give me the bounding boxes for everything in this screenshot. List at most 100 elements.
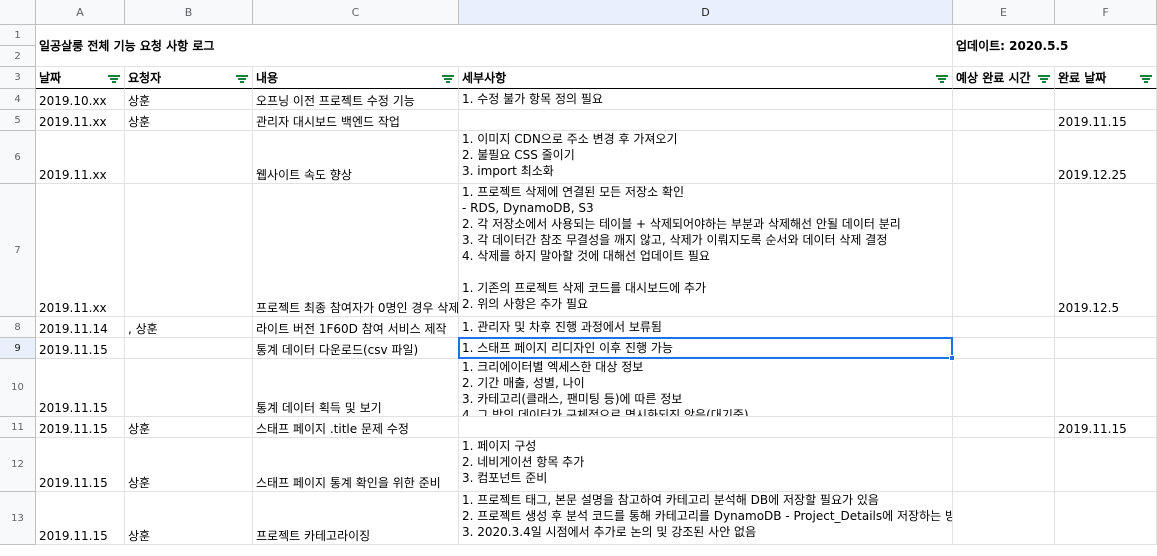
cell-done[interactable]: 2019.12.25 <box>1055 131 1157 184</box>
update-date-cell[interactable]: 업데이트: 2020.5.5 <box>953 25 1157 67</box>
cell-eta[interactable] <box>953 110 1055 131</box>
cell-details[interactable]: 1. 관리자 및 차후 진행 과정에서 보류됨 <box>459 317 953 338</box>
row-header-10[interactable]: 10 <box>0 359 36 417</box>
fill-handle[interactable] <box>949 355 955 361</box>
cell-requester[interactable]: 상훈 <box>125 417 253 438</box>
cell-done[interactable] <box>1055 438 1157 492</box>
filter-icon[interactable] <box>236 75 248 83</box>
cell-eta[interactable] <box>953 438 1055 492</box>
row-header-2[interactable]: 2 <box>0 46 36 67</box>
cell-eta[interactable] <box>953 184 1055 317</box>
cell-content[interactable]: 통계 데이터 획득 및 보기 <box>253 359 459 417</box>
cell-details[interactable]: 1. 페이지 구성 2. 네비게이션 항목 추가 3. 컴포넌트 준비 <box>459 438 953 492</box>
cell-done[interactable] <box>1055 317 1157 338</box>
row-header-12[interactable]: 12 <box>0 438 36 492</box>
row-header-4[interactable]: 4 <box>0 89 36 110</box>
row-header-13[interactable]: 13 <box>0 492 36 545</box>
cell-details[interactable] <box>459 110 953 131</box>
cell-eta[interactable] <box>953 492 1055 545</box>
cell-done[interactable] <box>1055 492 1157 545</box>
cell-requester[interactable]: 상훈 <box>125 492 253 545</box>
cell-content[interactable]: 오프닝 이전 프로젝트 수정 기능 <box>253 89 459 110</box>
cell-requester[interactable]: 상훈 <box>125 438 253 492</box>
cell-content[interactable]: 웹사이트 속도 향상 <box>253 131 459 184</box>
column-header-a[interactable]: A <box>36 0 125 25</box>
cell-details[interactable]: 1. 프로젝트 삭제에 연결된 모든 저장소 확인 - RDS, DynamoDB… <box>459 184 953 317</box>
detail-line: 1. 프로젝트 삭제에 연결된 모든 저장소 확인 <box>462 185 685 199</box>
cell-content[interactable]: 관리자 대시보드 백엔드 작업 <box>253 110 459 131</box>
cell-requester[interactable] <box>125 338 253 359</box>
cell-details[interactable]: 1. 스태프 페이지 리디자인 이후 진행 가능 <box>459 338 953 359</box>
cell-content[interactable]: 프로젝트 카테고라이징 <box>253 492 459 545</box>
cell-requester[interactable]: 상훈 <box>125 110 253 131</box>
cell-date[interactable]: 2019.11.14 <box>36 317 125 338</box>
row-header-1[interactable]: 1 <box>0 25 36 46</box>
cell-requester[interactable]: , 상훈 <box>125 317 253 338</box>
cell-date[interactable]: 2019.11.15 <box>36 338 125 359</box>
cell-date[interactable]: 2019.11.15 <box>36 417 125 438</box>
cell-date-text: 2019.11.15 <box>39 343 108 357</box>
cell-requester[interactable]: 상훈 <box>125 89 253 110</box>
cell-date[interactable]: 2019.11.15 <box>36 438 125 492</box>
cell-date[interactable]: 2019.11.xx <box>36 131 125 184</box>
header-content[interactable]: 내용 <box>253 67 459 89</box>
row-header-5[interactable]: 5 <box>0 110 36 131</box>
cell-details[interactable] <box>459 417 953 438</box>
cell-date[interactable]: 2019.11.15 <box>36 359 125 417</box>
cell-eta[interactable] <box>953 359 1055 417</box>
row-header-9[interactable]: 9 <box>0 338 36 359</box>
cell-eta[interactable] <box>953 317 1055 338</box>
cell-content[interactable]: 프로젝트 최종 참여자가 0명인 경우 삭제 <box>253 184 459 317</box>
cell-details[interactable]: 1. 수정 불가 항목 정의 필요 <box>459 89 953 110</box>
cell-done[interactable]: 2019.11.15 <box>1055 110 1157 131</box>
row-header-3[interactable]: 3 <box>0 67 36 89</box>
filter-icon[interactable] <box>936 75 948 83</box>
select-all-corner[interactable] <box>0 0 36 25</box>
cell-requester[interactable] <box>125 359 253 417</box>
cell-done[interactable]: 2019.12.5 <box>1055 184 1157 317</box>
row-header-6[interactable]: 6 <box>0 131 36 184</box>
cell-details[interactable]: 1. 이미지 CDN으로 주소 변경 후 가져오기 2. 불필요 CSS 줄이기 3… <box>459 131 953 184</box>
column-header-b[interactable]: B <box>125 0 253 25</box>
cell-done[interactable]: 2019.11.15 <box>1055 417 1157 438</box>
detail-line <box>462 264 949 280</box>
cell-eta[interactable] <box>953 89 1055 110</box>
cell-content[interactable]: 통계 데이터 다운로드(csv 파일) <box>253 338 459 359</box>
row-header-8[interactable]: 8 <box>0 317 36 338</box>
cell-eta[interactable] <box>953 131 1055 184</box>
cell-eta[interactable] <box>953 338 1055 359</box>
filter-icon[interactable] <box>108 75 120 83</box>
filter-icon[interactable] <box>1140 75 1152 83</box>
cell-done[interactable] <box>1055 89 1157 110</box>
cell-content[interactable]: 스태프 페이지 통계 확인을 위한 준비 <box>253 438 459 492</box>
cell-requester[interactable] <box>125 131 253 184</box>
cell-date[interactable]: 2019.11.15 <box>36 492 125 545</box>
cell-requester[interactable] <box>125 184 253 317</box>
cell-eta[interactable] <box>953 417 1055 438</box>
header-eta[interactable]: 예상 완료 시간 <box>953 67 1055 89</box>
column-header-e[interactable]: E <box>953 0 1055 25</box>
cell-date[interactable]: 2019.10.xx <box>36 89 125 110</box>
header-requester[interactable]: 요청자 <box>125 67 253 89</box>
cell-date[interactable]: 2019.11.xx <box>36 110 125 131</box>
header-date[interactable]: 날짜 <box>36 67 125 89</box>
sheet-title[interactable]: 일공살룽 전체 기능 요청 사항 로그 <box>36 25 953 67</box>
detail-line: 3. 카테고리(클래스, 팬미팅 등)에 따른 정보 <box>462 392 683 406</box>
column-header-c[interactable]: C <box>253 0 459 25</box>
cell-done[interactable] <box>1055 338 1157 359</box>
cell-date[interactable]: 2019.11.xx <box>36 184 125 317</box>
cell-details[interactable]: 1. 크리에이터별 엑세스한 대상 정보 2. 기간 매출, 성별, 나이 3. 카… <box>459 359 953 417</box>
cell-content[interactable]: 라이트 버전 1F60D 참여 서비스 제작 <box>253 317 459 338</box>
cell-done[interactable] <box>1055 359 1157 417</box>
header-details[interactable]: 세부사항 <box>459 67 953 89</box>
row-header-7[interactable]: 7 <box>0 184 36 317</box>
column-header-f[interactable]: F <box>1055 0 1157 25</box>
cell-content[interactable]: 스태프 페이지 .title 문제 수정 <box>253 417 459 438</box>
filter-icon[interactable] <box>442 75 454 83</box>
header-done[interactable]: 완료 날짜 <box>1055 67 1157 89</box>
column-header-d[interactable]: D <box>459 0 953 25</box>
row-header-11[interactable]: 11 <box>0 417 36 438</box>
header-content-label: 내용 <box>256 70 279 85</box>
filter-icon[interactable] <box>1038 75 1050 83</box>
cell-details[interactable]: 1. 프로젝트 태그, 본문 설명을 참고하여 카테고리 분석해 DB에 저장할… <box>459 492 953 545</box>
